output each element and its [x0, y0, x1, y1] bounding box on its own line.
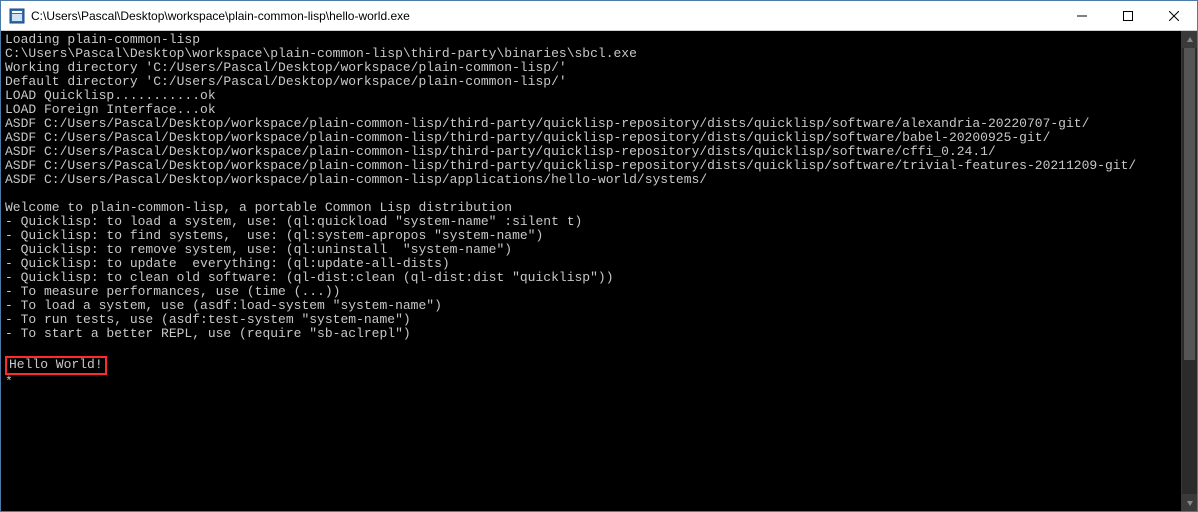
terminal-line: [5, 187, 1193, 201]
terminal-line: LOAD Foreign Interface...ok: [5, 103, 1193, 117]
repl-prompt[interactable]: *: [5, 375, 1193, 389]
maximize-button[interactable]: [1105, 1, 1151, 30]
console-window: C:\Users\Pascal\Desktop\workspace\plain-…: [0, 0, 1198, 512]
terminal-line: ASDF C:/Users/Pascal/Desktop/workspace/p…: [5, 159, 1193, 173]
terminal-line: ASDF C:/Users/Pascal/Desktop/workspace/p…: [5, 117, 1193, 131]
terminal-line: - Quicklisp: to find systems, use: (ql:s…: [5, 229, 1193, 243]
titlebar[interactable]: C:\Users\Pascal\Desktop\workspace\plain-…: [1, 1, 1197, 31]
terminal-line: - Quicklisp: to clean old software: (ql-…: [5, 271, 1193, 285]
minimize-button[interactable]: [1059, 1, 1105, 30]
terminal-line: LOAD Quicklisp...........ok: [5, 89, 1193, 103]
terminal-line: - To measure performances, use (time (..…: [5, 285, 1193, 299]
terminal-line: - Quicklisp: to update everything: (ql:u…: [5, 257, 1193, 271]
scroll-down-button[interactable]: [1182, 494, 1197, 511]
terminal-line: Default directory 'C:/Users/Pascal/Deskt…: [5, 75, 1193, 89]
terminal-line: - To run tests, use (asdf:test-system "s…: [5, 313, 1193, 327]
terminal-line: - Quicklisp: to load a system, use: (ql:…: [5, 215, 1193, 229]
terminal-line: ASDF C:/Users/Pascal/Desktop/workspace/p…: [5, 173, 1193, 187]
window-controls: [1059, 1, 1197, 30]
hello-world-output: Hello World!: [5, 356, 107, 375]
scroll-thumb[interactable]: [1184, 48, 1195, 360]
terminal-line: - To start a better REPL, use (require "…: [5, 327, 1193, 341]
close-button[interactable]: [1151, 1, 1197, 30]
terminal-output[interactable]: Loading plain-common-lispC:\Users\Pascal…: [1, 31, 1197, 511]
terminal-line: Hello World!: [5, 355, 1193, 375]
terminal-line: Welcome to plain-common-lisp, a portable…: [5, 201, 1193, 215]
terminal-line: - Quicklisp: to remove system, use: (ql:…: [5, 243, 1193, 257]
terminal-line: [5, 341, 1193, 355]
terminal-line: C:\Users\Pascal\Desktop\workspace\plain-…: [5, 47, 1193, 61]
vertical-scrollbar[interactable]: [1181, 31, 1197, 511]
app-icon: [9, 8, 25, 24]
terminal-line: Working directory 'C:/Users/Pascal/Deskt…: [5, 61, 1193, 75]
terminal-line: - To load a system, use (asdf:load-syste…: [5, 299, 1193, 313]
scroll-up-button[interactable]: [1182, 31, 1197, 48]
terminal-line: ASDF C:/Users/Pascal/Desktop/workspace/p…: [5, 131, 1193, 145]
terminal-line: Loading plain-common-lisp: [5, 33, 1193, 47]
terminal-line: ASDF C:/Users/Pascal/Desktop/workspace/p…: [5, 145, 1193, 159]
scroll-track[interactable]: [1182, 48, 1197, 494]
window-title: C:\Users\Pascal\Desktop\workspace\plain-…: [31, 9, 1059, 23]
